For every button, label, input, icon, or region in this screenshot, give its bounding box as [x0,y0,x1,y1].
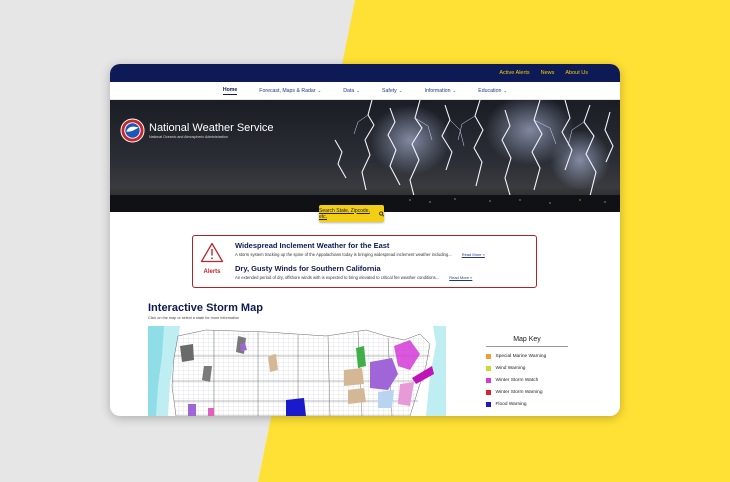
alert-badge: Alerts [199,242,225,275]
key-item-winter-storm-warning: Winter Storm Warning [486,390,568,395]
read-more-link[interactable]: Read More » [462,252,485,257]
chevron-down-icon: ⌄ [398,87,403,93]
key-item-flood: Flood Warning [486,402,568,407]
nav-education[interactable]: Education ⌄ [478,88,507,94]
nav-forecast[interactable]: Forecast, Maps & Radar ⌄ [259,88,321,94]
warning-icon [200,242,224,263]
alert-title: Dry, Gusty Winds for Southern California [235,264,381,273]
alerts-panel: Alerts Widespread Inclement Weather for … [192,235,537,288]
legend-swatch [486,366,491,371]
nav-education-label: Education [478,87,502,94]
key-label: Winter Storm Watch [495,378,539,383]
brand-subtitle: National Oceanic and Atmospheric Adminis… [149,134,228,139]
legend-swatch [486,402,491,407]
read-more-link[interactable]: Read More » [449,275,472,280]
map-key-title: Map Key [486,336,568,347]
lightning-storm-image [110,100,620,212]
storm-map[interactable] [148,326,446,416]
legend-swatch [486,390,491,395]
map-subtitle: Click on the map or select a state for m… [148,316,240,320]
alert-item: Widespread Inclement Weather for the Eas… [235,241,485,257]
key-label: Special Marine Warning [495,354,547,359]
nav-home[interactable]: Home [222,86,238,95]
legend-swatch [486,378,491,383]
alert-text: An extended period of dry, offshore wind… [235,275,440,280]
alert-item: Dry, Gusty Winds for Southern California… [235,264,472,280]
key-label: Winter Storm Warning [495,390,543,395]
legend-swatch [486,354,491,359]
brand-name: National Weather Service [149,121,274,134]
alert-title: Widespread Inclement Weather for the Eas… [235,241,390,250]
key-item-wind: Wind Warning [486,366,568,371]
hero-banner: National Weather Service National Oceani… [110,100,620,212]
nav-safety[interactable]: Safety ⌄ [382,88,403,94]
browser-window: Active Alerts News About Us Home Forecas… [110,64,620,416]
search-icon [378,210,384,217]
chevron-down-icon: ⌄ [317,87,322,93]
key-label: Flood Warning [495,402,527,407]
chevron-down-icon: ⌄ [503,87,508,93]
nav-home-label: Home [222,86,238,93]
alert-description: A storm system tracking up the spine of … [235,252,485,257]
nav-information[interactable]: Information ⌄ [425,88,457,94]
alert-text: A storm system tracking up the spine of … [235,252,452,257]
nav-information-label: Information [424,87,451,94]
chevron-down-icon: ⌄ [452,87,457,93]
active-alerts-link[interactable]: Active Alerts [499,70,529,76]
nav-data-label: Data [343,87,355,94]
main-nav: Home Forecast, Maps & Radar ⌄ Data ⌄ Safet… [110,82,620,100]
key-item-winter-storm-watch: Winter Storm Watch [486,378,568,383]
nav-data[interactable]: Data ⌄ [343,88,360,94]
alerts-label: Alerts [203,269,221,275]
nws-brand[interactable]: National Weather Service National Oceani… [120,118,274,143]
utility-bar: Active Alerts News About Us [110,64,620,82]
nav-forecast-label: Forecast, Maps & Radar [259,87,316,94]
news-link[interactable]: News [541,70,555,76]
map-key: Map Key Special Marine Warning Wind Warn… [486,336,568,407]
key-item-special-marine: Special Marine Warning [486,354,568,359]
map-title: Interactive Storm Map [148,302,263,314]
alert-description: An extended period of dry, offshore wind… [235,275,472,280]
key-label: Wind Warning [495,366,526,371]
search-field[interactable]: Search State, Zipcode, etc. [319,205,384,222]
about-us-link[interactable]: About Us [565,70,588,76]
chevron-down-icon: ⌄ [356,87,361,93]
nav-safety-label: Safety [382,87,397,94]
nws-logo-icon [120,118,145,143]
search-placeholder: Search State, Zipcode, etc. [319,207,370,220]
